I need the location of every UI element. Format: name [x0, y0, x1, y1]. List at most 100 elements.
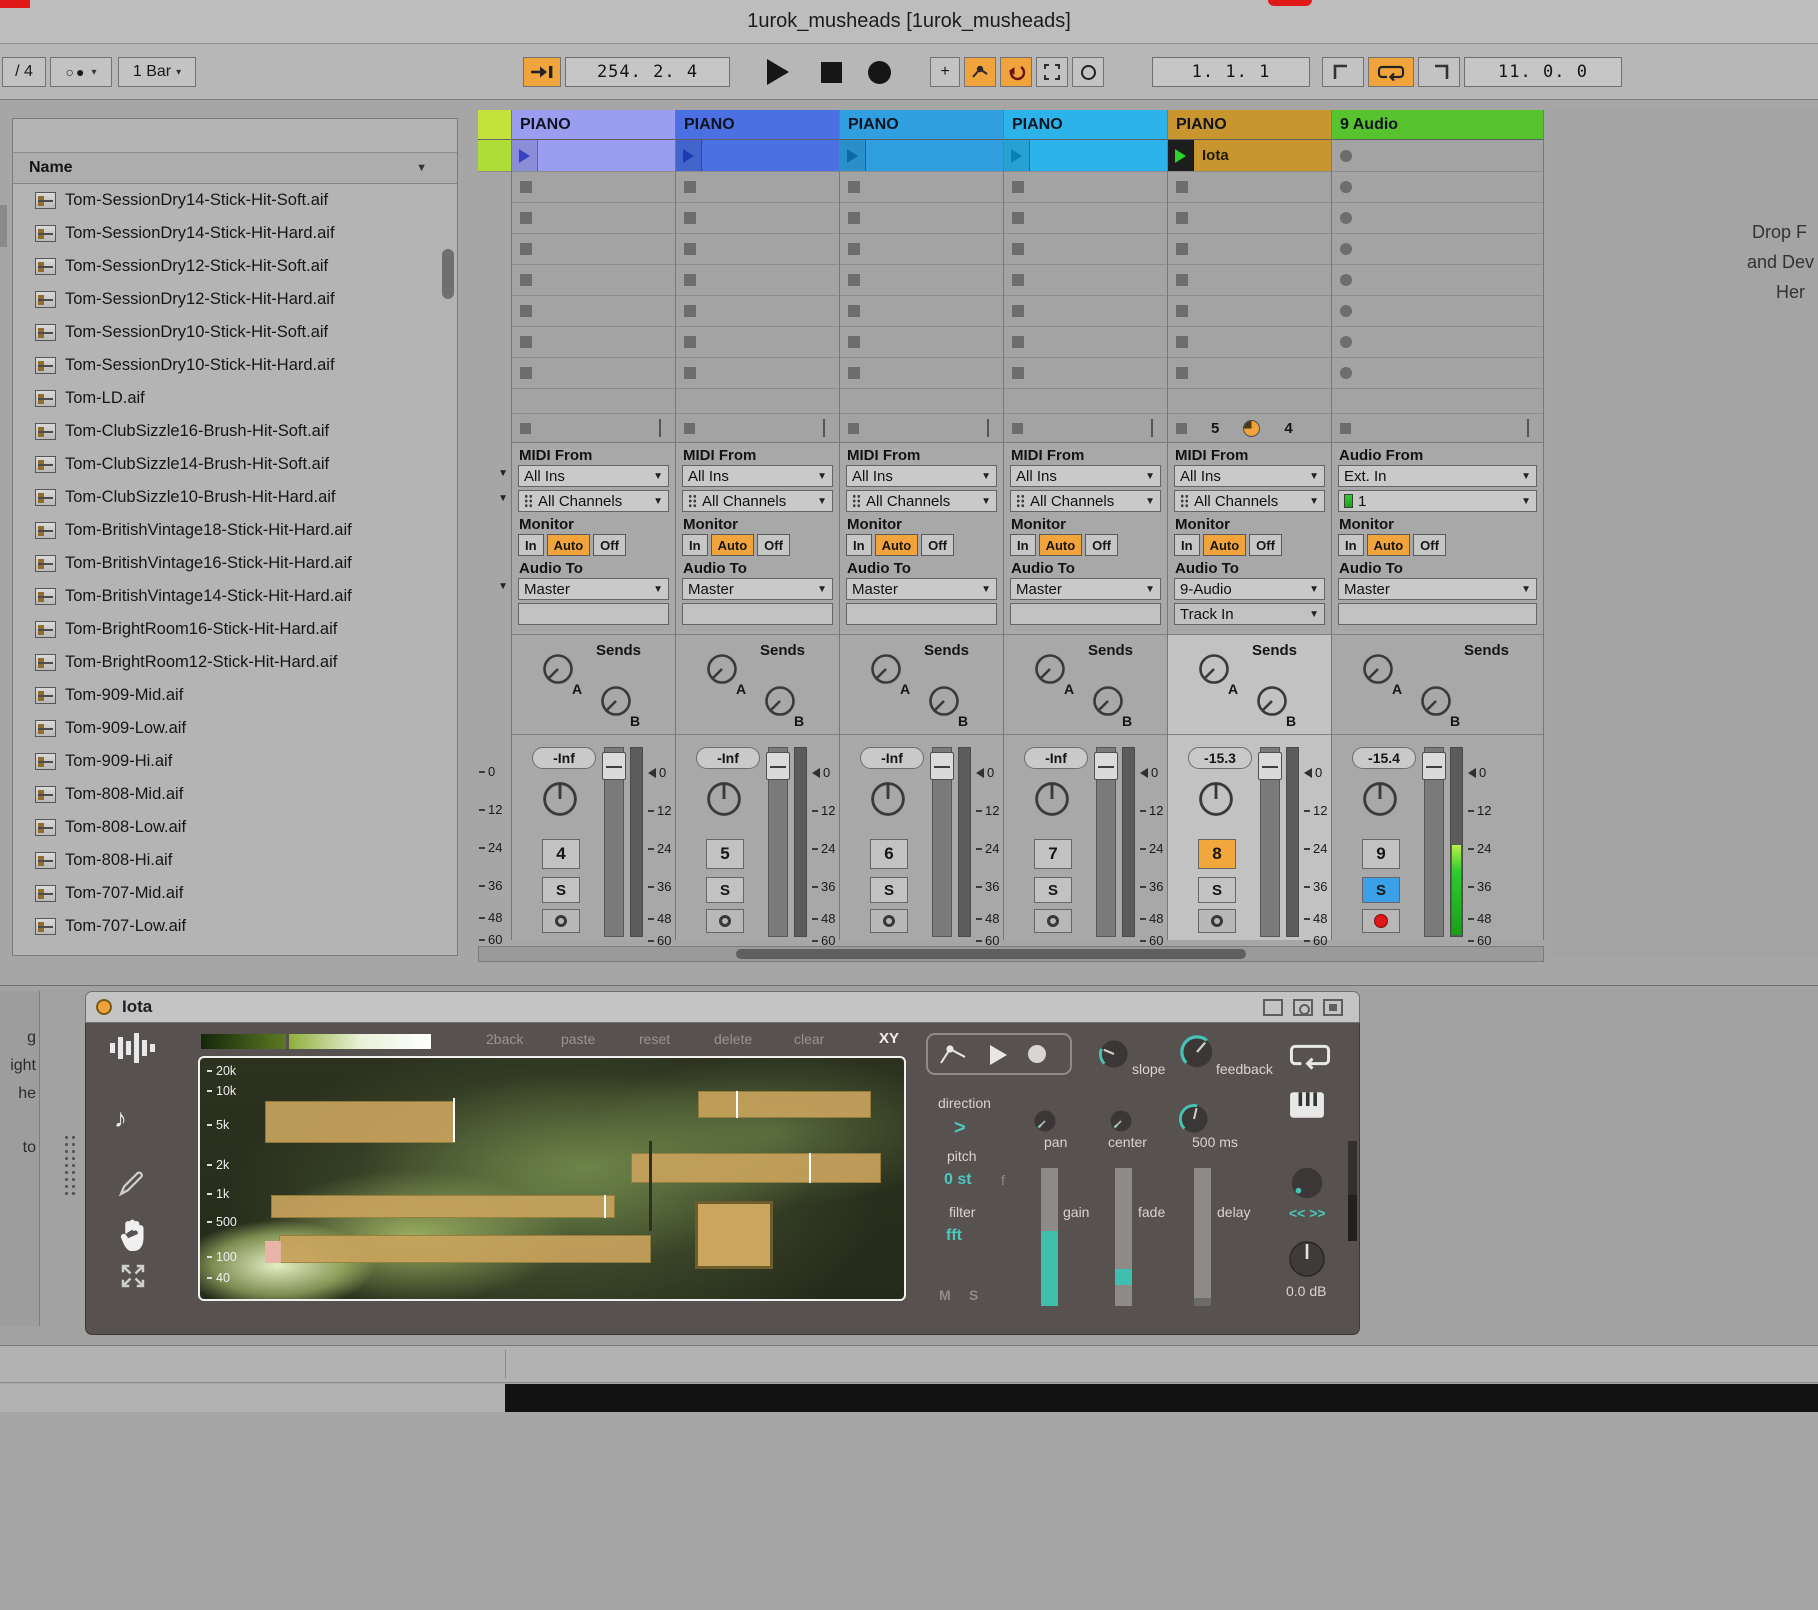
filter-icon[interactable]: ▼ — [416, 162, 427, 174]
file-row[interactable]: Tom-808-Low.aif — [13, 811, 457, 844]
file-row[interactable]: Tom-SessionDry12-Stick-Hit-Hard.aif — [13, 283, 457, 316]
monitor-auto-button[interactable]: Auto — [547, 534, 591, 556]
input-type-chooser[interactable]: All Ins▼ — [846, 465, 997, 487]
device-drag-handle[interactable] — [63, 1134, 79, 1196]
clip-launch-button[interactable] — [676, 140, 702, 171]
file-row[interactable]: Tom-ClubSizzle10-Brush-Hit-Hard.aif — [13, 481, 457, 514]
device-toolbar-paste[interactable]: paste — [561, 1031, 595, 1047]
track-activator-button[interactable]: 7 — [1034, 839, 1072, 869]
clip-slot[interactable] — [1332, 203, 1543, 234]
volume-fader[interactable] — [1424, 747, 1444, 937]
arrangement-position-display[interactable]: 254. 2. 4 — [565, 57, 730, 87]
scrollbar-handle[interactable] — [736, 949, 1246, 959]
follow-button[interactable] — [523, 57, 561, 87]
stop-button[interactable] — [808, 57, 854, 87]
mute-label[interactable]: M — [939, 1287, 951, 1303]
note-tool-icon[interactable]: ♪ — [114, 1103, 127, 1134]
monitor-off-button[interactable]: Off — [1085, 534, 1118, 556]
clip-slot[interactable] — [840, 358, 1003, 389]
monitor-off-button[interactable]: Off — [921, 534, 954, 556]
scrollbar-handle[interactable] — [442, 249, 454, 299]
monitor-off-button[interactable]: Off — [1413, 534, 1446, 556]
track-activator-button[interactable]: 6 — [870, 839, 908, 869]
track-volume-value[interactable]: -15.3 — [1188, 747, 1252, 769]
input-channel-chooser[interactable]: All Channels▼ — [518, 490, 669, 512]
output-gain-knob[interactable] — [1287, 1239, 1327, 1279]
file-row[interactable]: Tom-LD.aif — [13, 382, 457, 415]
pan-knob[interactable] — [1031, 1107, 1059, 1135]
solo-button[interactable]: S — [542, 877, 580, 903]
clip-slot[interactable] — [512, 327, 675, 358]
quantization-menu[interactable]: 1 Bar ▾ — [118, 57, 196, 87]
clip-slot[interactable] — [676, 296, 839, 327]
gain-slider[interactable] — [1041, 1168, 1058, 1306]
clip-slot[interactable] — [840, 327, 1003, 358]
track-activator-button[interactable]: 4 — [542, 839, 580, 869]
output-type-chooser[interactable]: Master▼ — [846, 578, 997, 600]
pan-knob[interactable] — [1358, 777, 1402, 821]
input-type-chooser[interactable]: All Ins▼ — [518, 465, 669, 487]
clip-slot-with-clip[interactable] — [1004, 140, 1167, 172]
file-row[interactable]: Tom-SessionDry14-Stick-Hit-Hard.aif — [13, 217, 457, 250]
file-row[interactable]: Tom-707-Mid.aif — [13, 877, 457, 910]
fade-slider[interactable] — [1115, 1168, 1132, 1306]
arm-button[interactable] — [542, 909, 580, 933]
output-channel-chooser[interactable] — [846, 603, 997, 625]
clip-slot[interactable] — [1004, 358, 1167, 389]
pan-knob[interactable] — [702, 777, 746, 821]
track-header[interactable]: PIANO — [512, 110, 675, 140]
spectral-clip-region[interactable] — [265, 1101, 455, 1143]
clip-slot[interactable] — [512, 203, 675, 234]
monitor-auto-button[interactable]: Auto — [1367, 534, 1411, 556]
file-row[interactable]: Tom-SessionDry12-Stick-Hit-Soft.aif — [13, 250, 457, 283]
track-activator-button[interactable]: 5 — [706, 839, 744, 869]
clip-slot[interactable] — [676, 358, 839, 389]
solo-button[interactable]: S — [1034, 877, 1072, 903]
punch-in-button[interactable] — [1322, 57, 1364, 87]
clip-slot[interactable] — [1332, 172, 1543, 203]
file-row[interactable]: Tom-SessionDry14-Stick-Hit-Soft.aif — [13, 184, 457, 217]
device-activator-icon[interactable] — [96, 999, 112, 1015]
file-row[interactable]: Tom-909-Hi.aif — [13, 745, 457, 778]
clip-slot[interactable] — [1004, 296, 1167, 327]
input-type-chooser[interactable]: All Ins▼ — [682, 465, 833, 487]
monitor-auto-button[interactable]: Auto — [711, 534, 755, 556]
loop-mode-icon[interactable] — [1289, 1039, 1331, 1071]
browser-name-header[interactable]: Name ▼ — [13, 152, 457, 184]
file-row[interactable]: Tom-BritishVintage14-Stick-Hit-Hard.aif — [13, 580, 457, 613]
track-activator-button[interactable]: 8 — [1198, 839, 1236, 869]
track-volume-value[interactable]: -Inf — [532, 747, 596, 769]
clip-slot[interactable] — [840, 172, 1003, 203]
clip-slot-with-clip[interactable] — [512, 140, 675, 172]
device-hotswap-icon[interactable] — [1293, 999, 1313, 1016]
clip-slot[interactable] — [840, 234, 1003, 265]
monitor-off-button[interactable]: Off — [593, 534, 626, 556]
clip-slot[interactable] — [1004, 203, 1167, 234]
clip-slot[interactable] — [1168, 265, 1331, 296]
input-channel-chooser[interactable]: 1▼ — [1338, 490, 1537, 512]
pan-knob[interactable] — [1194, 777, 1238, 821]
clip-slot[interactable] — [1332, 327, 1543, 358]
feedback-knob[interactable] — [1178, 1033, 1216, 1071]
monitor-off-button[interactable]: Off — [1249, 534, 1282, 556]
input-type-chooser[interactable]: Ext. In▼ — [1338, 465, 1537, 487]
clip-slot[interactable] — [1332, 265, 1543, 296]
input-channel-chooser[interactable]: All Channels▼ — [1174, 490, 1325, 512]
track-header[interactable]: PIANO — [1004, 110, 1167, 140]
clip-slot[interactable] — [1004, 234, 1167, 265]
clip-slot[interactable] — [1168, 203, 1331, 234]
direction-value[interactable]: > — [954, 1117, 966, 1140]
clip-slot[interactable] — [1168, 358, 1331, 389]
session-record-button[interactable] — [1072, 57, 1104, 87]
punch-out-button[interactable] — [1418, 57, 1460, 87]
clip-slot[interactable] — [676, 234, 839, 265]
clip-slot-with-clip[interactable]: Iota — [1168, 140, 1331, 172]
pan-knob[interactable] — [538, 777, 582, 821]
monitor-auto-button[interactable]: Auto — [1039, 534, 1083, 556]
clip-slot[interactable] — [512, 358, 675, 389]
file-row[interactable]: Tom-BritishVintage18-Stick-Hit-Hard.aif — [13, 514, 457, 547]
spectral-clip-region[interactable] — [698, 1091, 871, 1118]
envelope-icon[interactable] — [938, 1043, 968, 1067]
clip-slot[interactable] — [840, 203, 1003, 234]
clip-slot[interactable] — [512, 172, 675, 203]
